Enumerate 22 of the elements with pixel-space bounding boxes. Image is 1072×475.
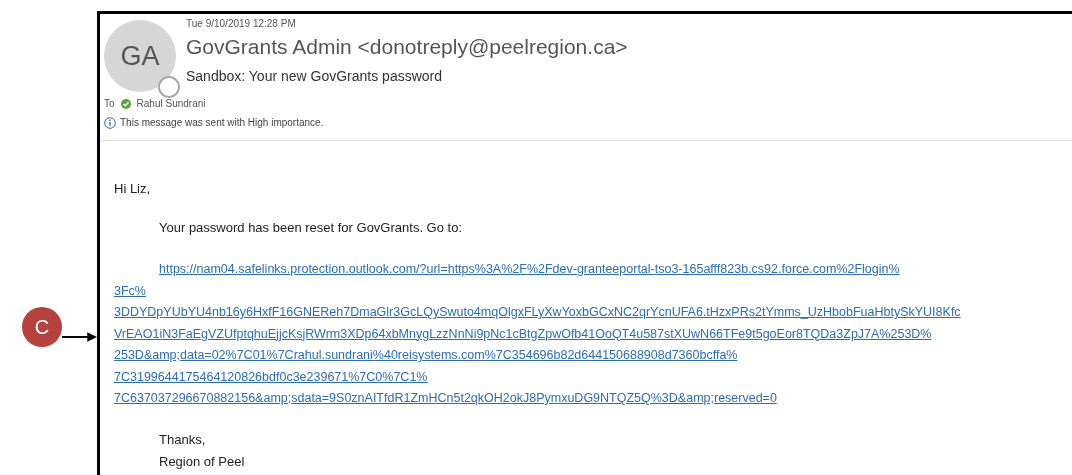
link-text[interactable]: 3Fc% <box>114 280 146 302</box>
date-text: Tue 9/10/2019 12:28 PM <box>186 17 297 31</box>
link-text[interactable]: VrEAO1iN3FaEgVZUfptqhuEjjcKsjRWrm3XDp64xbMnygLzzNnNi9pNc1cBtgZpwOfb41OoQT4u587stXUwN66TFe9t5goEor8TQDa3ZpJ7A%253D% <box>114 323 932 345</box>
signoff-text: Thanks, <box>158 430 207 449</box>
subject-text: Sandbox: Your new GovGrants password <box>186 67 444 86</box>
link-text[interactable]: https://nam04.safelinks.protection.outlook.com/?url=https%3A%2F%2Fdev-granteeportal-tso3-165afff823b.cs92.force.com%2Flogin% <box>159 259 900 281</box>
to-label: To <box>104 97 115 111</box>
check-icon <box>120 98 131 109</box>
link-text[interactable]: 7C3199644175464120826bdf0c3e239671%7C0%7C1% <box>114 366 428 388</box>
link-text[interactable]: 3DDYDpYUbYU4nb16y6HxfF16GNEReh7DmaGlr3GcLQySwuto4mqOlgxFLyXwYoxbGCxNC2qrYcnUFA6.tHzxPRs2tYmms_UzHbobFuaHbtySkYUI8Kfc <box>114 302 961 324</box>
link-text[interactable]: 7C637037296670882156&amp;sdata=9S0znAITfdR1ZmHCn5t2qkOH2okJ8PymxuDG9NTQZ5Q%3D&amp;reserved=0 <box>114 388 777 410</box>
presence-icon <box>158 76 180 98</box>
sender-name: GovGrants Admin <donotreply@peelregion.ca> <box>186 34 628 60</box>
greeting-text: Hi Liz, <box>114 180 152 198</box>
callout-badge: C <box>22 307 62 347</box>
info-icon <box>104 116 116 129</box>
signature-text: Region of Peel <box>158 453 246 471</box>
avatar: GA <box>104 20 176 92</box>
intro-text: Your password has been reset for GovGrants. Go to: <box>158 218 463 237</box>
importance-notice: This message was sent with High importance. <box>120 116 324 130</box>
recipient-name[interactable]: Rahul Sundrani <box>136 96 206 111</box>
link-text[interactable]: 253D&amp;data=02%7C01%7Crahul.sundrani%40reisystems.com%7C354696b82d644150688908d7360bcffa% <box>114 345 738 367</box>
